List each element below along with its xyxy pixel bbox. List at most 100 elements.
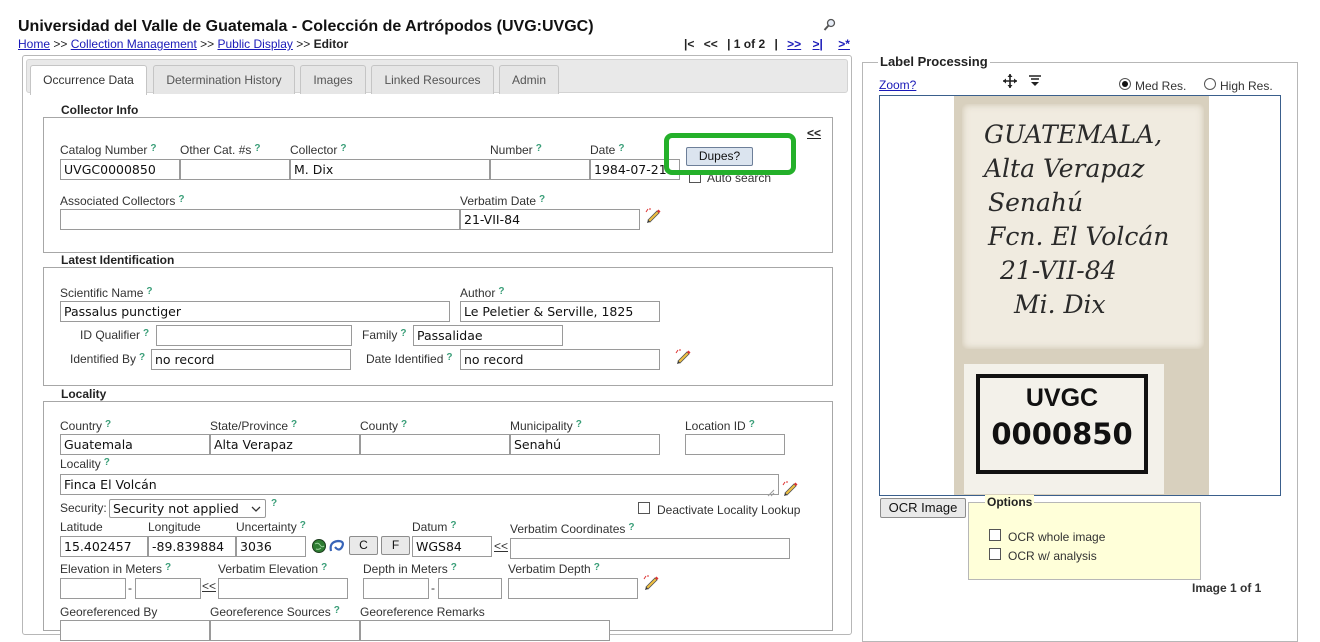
deactivate-locality-lookup-checkbox[interactable] [638, 502, 650, 514]
security-label: Security: [60, 501, 107, 515]
tab-determination-history[interactable]: Determination History [153, 65, 295, 94]
breadcrumb-collection-management-link[interactable]: Collection Management [71, 37, 197, 51]
edit-pencil-icon[interactable] [675, 348, 693, 364]
deactivate-locality-lookup-label: Deactivate Locality Lookup [657, 503, 801, 517]
pager-new-record-link[interactable]: >* [838, 37, 850, 51]
locality-textarea[interactable]: Finca El Volcán [60, 474, 779, 495]
family-input[interactable]: Passalidae [413, 325, 563, 346]
scientific-name-input[interactable]: Passalus punctiger [60, 301, 450, 322]
chevron-down-icon [251, 502, 261, 517]
copy-coordinates-link[interactable]: << [494, 539, 508, 553]
municipality-input[interactable]: Senahú [510, 434, 660, 455]
latitude-label: Latitude [60, 520, 103, 534]
breadcrumb-separator: >> [200, 37, 215, 51]
image-count: Image 1 of 1 [1192, 581, 1262, 595]
ocr-whole-image-checkbox[interactable] [989, 529, 1001, 541]
associated-collectors-label: Associated Collectors? [60, 194, 185, 208]
specimen-label-image[interactable]: GUATEMALA, Alta Verapaz Senahú Fcn. El V… [879, 95, 1281, 496]
latitude-input[interactable]: 15.402457 [60, 536, 148, 557]
handwritten-label: GUATEMALA, Alta Verapaz Senahú Fcn. El V… [962, 104, 1204, 349]
elevation-max-input[interactable] [135, 578, 201, 599]
edit-pencil-icon[interactable] [645, 207, 663, 223]
date-identified-input[interactable]: no record [460, 349, 660, 370]
breadcrumb-public-display-link[interactable]: Public Display [218, 37, 293, 51]
move-icon[interactable] [1003, 74, 1017, 88]
ocr-image-button[interactable]: OCR Image [880, 498, 966, 518]
identified-by-input[interactable]: no record [151, 349, 351, 370]
breadcrumb-current: Editor [313, 37, 349, 51]
georeference-tool-icon[interactable] [327, 538, 347, 554]
author-label: Author? [460, 286, 505, 300]
verbatim-elevation-input[interactable] [218, 578, 348, 599]
georeference-sources-label: Georeference Sources? [210, 605, 340, 619]
pager-separator: | [727, 37, 731, 51]
georeference-remarks-input[interactable] [360, 620, 610, 641]
depth-min-input[interactable] [363, 578, 429, 599]
range-dash: - [128, 581, 132, 595]
high-res-label: High Res. [1220, 79, 1273, 93]
security-select[interactable]: Security not applied [109, 499, 266, 518]
locality-label: Locality? [60, 457, 110, 471]
pager-next-link[interactable]: >> [787, 37, 801, 51]
pager-current: 1 of 2 [733, 37, 766, 51]
verbatim-date-input[interactable]: 21-VII-84 [460, 209, 640, 230]
locality-legend: Locality [59, 387, 109, 401]
author-input[interactable]: Le Peletier & Serville, 1825 [460, 301, 660, 322]
id-qualifier-label: ID Qualifier? [80, 328, 150, 342]
pager-last-link[interactable]: >| [813, 37, 823, 51]
catalog-label-number: 0000850 [991, 417, 1133, 451]
tab-images[interactable]: Images [300, 65, 366, 94]
datum-label: Datum? [412, 520, 457, 534]
verbatim-coordinates-input[interactable] [510, 538, 790, 559]
f-button[interactable]: F [381, 536, 410, 555]
edit-pencil-icon[interactable] [643, 574, 661, 590]
label-line: Senahú [988, 188, 1084, 217]
magnifier-icon[interactable] [823, 18, 837, 32]
verbatim-depth-input[interactable] [508, 578, 638, 599]
other-catalog-numbers-input[interactable] [180, 159, 290, 180]
zoom-link[interactable]: Zoom? [879, 78, 916, 92]
collector-input[interactable]: M. Dix [290, 159, 490, 180]
high-res-radio[interactable] [1204, 78, 1216, 90]
c-button[interactable]: C [349, 536, 378, 555]
ocr-analysis-checkbox[interactable] [989, 548, 1001, 560]
med-res-radio[interactable] [1119, 78, 1131, 90]
tab-occurrence-data[interactable]: Occurrence Data [30, 65, 147, 95]
catalog-number-label: Catalog Number? [60, 143, 157, 157]
scientific-name-label: Scientific Name? [60, 286, 153, 300]
pager-prev-link[interactable]: << [704, 37, 718, 51]
number-label: Number? [490, 143, 542, 157]
number-input[interactable] [490, 159, 590, 180]
depth-max-input[interactable] [438, 578, 502, 599]
edit-pencil-icon[interactable] [782, 480, 800, 496]
label-line: 21-VII-84 [1000, 256, 1117, 285]
label-line: Fcn. El Volcán [988, 222, 1170, 251]
collapse-toggle-link[interactable]: << [807, 126, 821, 140]
catalog-label-code: UVGC [1025, 384, 1099, 412]
pager-first-link[interactable]: |< [684, 37, 694, 51]
breadcrumb-home-link[interactable]: Home [18, 37, 50, 51]
range-dash: - [431, 581, 435, 595]
location-id-input[interactable] [685, 434, 785, 455]
elevation-min-input[interactable] [60, 578, 126, 599]
help-icon[interactable]: ? [268, 498, 277, 512]
tab-linked-resources[interactable]: Linked Resources [371, 65, 494, 94]
copy-elevation-link[interactable]: << [202, 579, 216, 593]
associated-collectors-input[interactable] [60, 209, 460, 230]
security-select-value: Security not applied [113, 501, 239, 516]
datum-input[interactable]: WGS84 [412, 536, 492, 557]
tab-admin[interactable]: Admin [499, 65, 559, 94]
state-province-input[interactable]: Alta Verapaz [210, 434, 360, 455]
resize-grip-icon[interactable] [767, 486, 775, 497]
rotate-list-icon[interactable] [1028, 74, 1042, 88]
id-qualifier-input[interactable] [156, 325, 352, 346]
georeferenced-by-input[interactable] [60, 620, 210, 641]
longitude-input[interactable]: -89.839884 [148, 536, 236, 557]
county-input[interactable] [360, 434, 510, 455]
uncertainty-input[interactable]: 3036 [236, 536, 306, 557]
country-input[interactable]: Guatemala [60, 434, 210, 455]
ocr-analysis-label: OCR w/ analysis [1008, 549, 1097, 563]
catalog-number-input[interactable]: UVGC0000850 [60, 159, 180, 180]
georeference-sources-input[interactable] [210, 620, 360, 641]
globe-icon[interactable] [311, 538, 327, 554]
